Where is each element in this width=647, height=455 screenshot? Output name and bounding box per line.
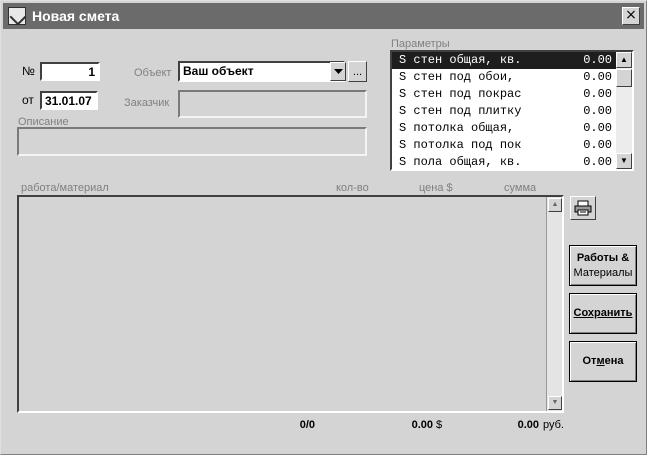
save-button[interactable]: Сохранить bbox=[569, 293, 637, 334]
parameter-row[interactable]: S стен под плитку 0.00 bbox=[392, 103, 618, 120]
parameter-row[interactable]: S потолка под пок 0.00 bbox=[392, 137, 618, 154]
scroll-down-icon[interactable]: ▼ bbox=[548, 396, 562, 410]
works-materials-line1: Работы & bbox=[576, 251, 630, 264]
works-materials-button[interactable]: Работы & Материалы bbox=[569, 245, 637, 286]
total-count: 0/0 bbox=[299, 419, 315, 431]
customer-field[interactable] bbox=[178, 90, 367, 118]
parameter-value: 0.00 bbox=[583, 87, 612, 101]
parameter-name: S стен под плитку bbox=[399, 104, 522, 118]
chevron-down-icon bbox=[333, 68, 343, 74]
rub-label: руб. bbox=[543, 419, 564, 431]
window-title: Новая смета bbox=[32, 8, 120, 24]
parameter-row[interactable]: S стен под обои, 0.00 bbox=[392, 69, 618, 86]
title-bar: Новая смета × bbox=[3, 3, 644, 29]
parameters-list[interactable]: S стен общая, кв. 0.00 S стен под обои, 0.0… bbox=[390, 50, 634, 171]
date-field[interactable]: 31.01.07 bbox=[40, 91, 98, 110]
column-header-sum: сумма bbox=[504, 182, 537, 194]
object-dropdown-button[interactable] bbox=[330, 62, 346, 81]
object-browse-button[interactable]: ... bbox=[348, 61, 367, 82]
column-header-price: цена $ bbox=[419, 182, 453, 194]
works-materials-line2: Материалы bbox=[573, 266, 633, 279]
parameter-row[interactable]: S пола общая, кв. 0.00 bbox=[392, 154, 618, 169]
object-label: Объект bbox=[134, 67, 172, 79]
object-value: Ваш объект bbox=[183, 64, 254, 78]
parameters-scrollbar[interactable]: ▲ ▼ bbox=[616, 52, 632, 169]
object-select[interactable]: Ваш объект bbox=[178, 61, 345, 82]
cancel-label: Отмена bbox=[582, 355, 624, 367]
parameter-value: 0.00 bbox=[583, 104, 612, 118]
parameter-value: 0.00 bbox=[583, 53, 612, 67]
parameter-value: 0.00 bbox=[583, 121, 612, 135]
parameter-name: S стен общая, кв. bbox=[399, 53, 522, 67]
parameter-name: S потолка общая, bbox=[399, 121, 515, 135]
scroll-up-icon[interactable]: ▲ bbox=[548, 198, 562, 212]
column-header-item: работа/материал bbox=[21, 182, 109, 194]
parameter-row[interactable]: S потолка общая, 0.00 bbox=[392, 120, 618, 137]
parameter-name: S пола общая, кв. bbox=[399, 155, 522, 169]
scroll-up-icon[interactable]: ▲ bbox=[616, 52, 632, 68]
number-label: № bbox=[22, 64, 35, 78]
parameters-rows: S стен общая, кв. 0.00 S стен под обои, 0.0… bbox=[392, 52, 632, 169]
column-header-qty: кол-во bbox=[336, 182, 369, 194]
save-label: Сохранить bbox=[573, 307, 633, 319]
date-label: от bbox=[22, 93, 34, 107]
total-dollars: 0.00 bbox=[411, 419, 433, 431]
parameter-row[interactable]: S стен под покрас 0.00 bbox=[392, 86, 618, 103]
description-field[interactable] bbox=[17, 127, 367, 156]
parameter-row[interactable]: S стен общая, кв. 0.00 bbox=[392, 52, 618, 69]
printer-icon bbox=[574, 200, 592, 216]
total-rubles: 0.00 bbox=[517, 419, 539, 431]
parameter-name: S стен под покрас bbox=[399, 87, 522, 101]
parameter-name: S потолка под пок bbox=[399, 138, 522, 152]
parameter-value: 0.00 bbox=[583, 155, 612, 169]
cancel-button[interactable]: Отмена bbox=[569, 341, 637, 382]
table-scrollbar[interactable]: ▲ ▼ bbox=[546, 197, 562, 411]
parameter-value: 0.00 bbox=[583, 138, 612, 152]
parameter-name: S стен под обои, bbox=[399, 70, 515, 84]
print-button[interactable] bbox=[570, 196, 596, 220]
customer-label: Заказчик bbox=[124, 97, 170, 109]
scroll-down-icon[interactable]: ▼ bbox=[616, 153, 632, 169]
app-icon bbox=[8, 7, 26, 25]
scroll-thumb[interactable] bbox=[616, 69, 632, 87]
parameters-label: Параметры bbox=[391, 38, 450, 50]
number-field[interactable]: 1 bbox=[40, 62, 100, 81]
dollar-sign: $ bbox=[436, 419, 443, 431]
estimate-table[interactable]: ▲ ▼ bbox=[17, 195, 564, 413]
parameter-value: 0.00 bbox=[583, 70, 612, 84]
estimate-window: Новая смета × № 1 от 31.01.07 Объект Ваш… bbox=[0, 0, 647, 455]
close-button[interactable]: × bbox=[622, 7, 640, 25]
